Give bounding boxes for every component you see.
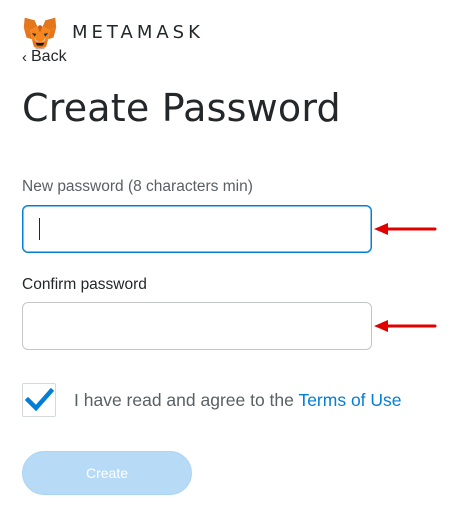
red-arrow-left-icon	[374, 320, 437, 332]
text-cursor	[39, 218, 40, 240]
terms-row: I have read and agree to the Terms of Us…	[22, 382, 402, 418]
metamask-fox-icon	[23, 17, 57, 50]
new-password-input[interactable]	[22, 205, 372, 253]
brand-header: METAMASK	[22, 14, 204, 52]
page-title: Create Password	[22, 86, 341, 130]
brand-name: METAMASK	[72, 21, 204, 43]
terms-of-use-link[interactable]: Terms of Use	[298, 390, 401, 410]
back-label: Back	[31, 48, 67, 65]
confirm-password-input[interactable]	[22, 302, 372, 350]
chevron-left-icon: ‹	[22, 48, 27, 66]
checkmark-icon	[24, 387, 54, 412]
back-link[interactable]: ‹ Back	[22, 48, 67, 66]
terms-checkbox[interactable]	[22, 383, 56, 417]
create-button[interactable]: Create	[22, 451, 192, 495]
terms-text: I have read and agree to the Terms of Us…	[74, 390, 402, 411]
red-arrow-left-icon	[374, 223, 437, 235]
new-password-label: New password (8 characters min)	[22, 178, 253, 195]
confirm-password-label: Confirm password	[22, 276, 147, 293]
terms-prefix: I have read and agree to the	[74, 389, 294, 410]
create-password-page: METAMASK ‹ Back Create Password New pass…	[0, 0, 453, 512]
